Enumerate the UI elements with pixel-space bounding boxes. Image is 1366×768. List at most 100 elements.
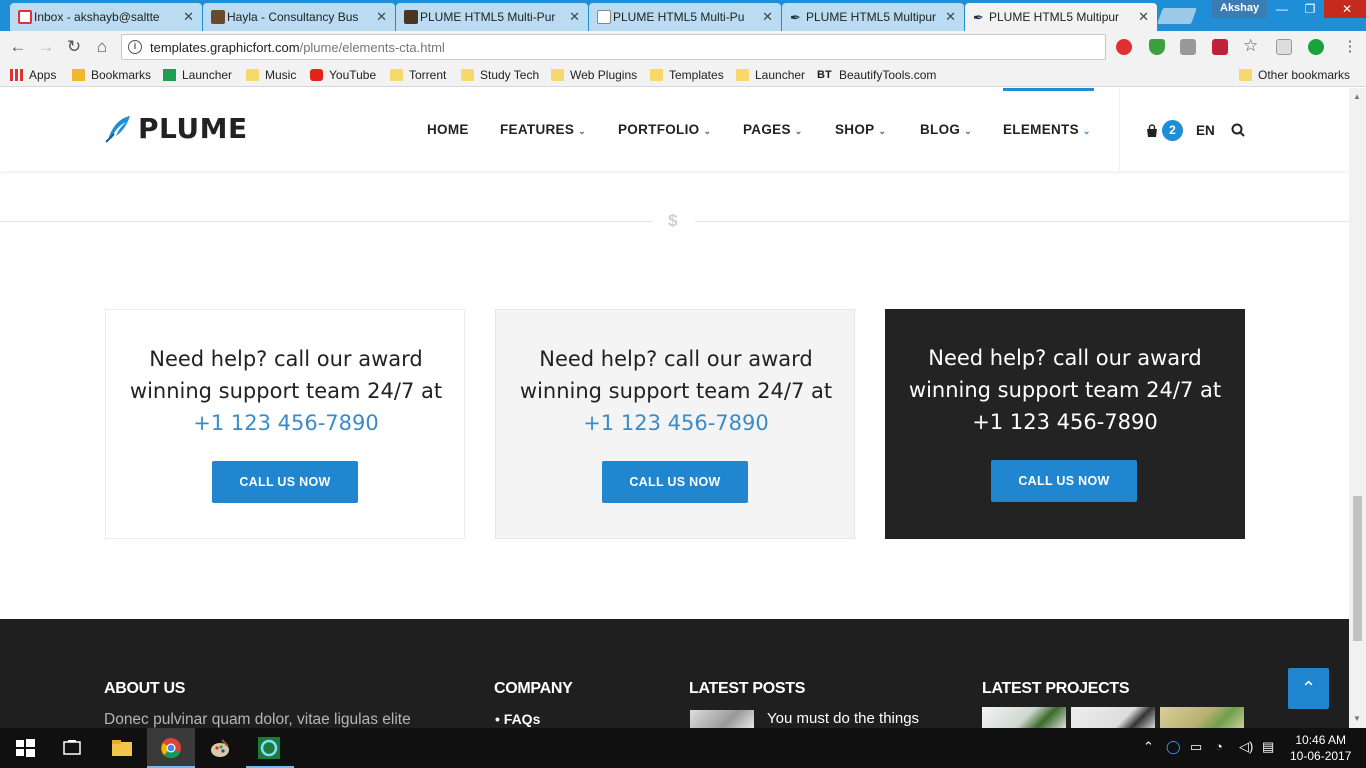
bookmark-launcher[interactable]: Launcher bbox=[163, 67, 232, 83]
paint-icon[interactable] bbox=[208, 736, 232, 760]
bookmark-beautifytools[interactable]: BT BeautifyTools.com bbox=[817, 67, 936, 83]
bookmark-bookmarks[interactable]: Bookmarks bbox=[72, 67, 151, 83]
file-explorer-icon[interactable] bbox=[110, 736, 134, 760]
folder-icon bbox=[551, 69, 564, 81]
back-to-top-button[interactable]: ⌃ bbox=[1288, 668, 1329, 709]
close-tab-icon[interactable]: ✕ bbox=[376, 9, 387, 25]
bookmark-templates[interactable]: Templates bbox=[650, 67, 724, 83]
chrome-icon[interactable] bbox=[159, 736, 183, 760]
scroll-down-arrow[interactable]: ▼ bbox=[1353, 714, 1361, 723]
footer-link-faqs[interactable]: • FAQs bbox=[495, 711, 540, 727]
scroll-up-arrow[interactable]: ▲ bbox=[1353, 92, 1361, 101]
reload-icon[interactable]: ↻ bbox=[64, 37, 84, 57]
nav-portfolio[interactable]: PORTFOLIO ⌄ bbox=[618, 122, 711, 137]
minimize-icon[interactable]: — bbox=[1268, 0, 1296, 18]
call-us-now-button[interactable]: CALL US NOW bbox=[991, 460, 1137, 502]
scrollbar-thumb[interactable] bbox=[1353, 496, 1362, 641]
bookmark-launcher-2[interactable]: Launcher bbox=[736, 67, 805, 83]
task-view-icon[interactable] bbox=[60, 736, 84, 760]
extension-icon[interactable] bbox=[1180, 39, 1196, 55]
close-tab-icon[interactable]: ✕ bbox=[945, 9, 956, 25]
call-us-now-button[interactable]: CALL US NOW bbox=[602, 461, 748, 503]
nav-shop[interactable]: SHOP ⌄ bbox=[835, 122, 886, 137]
bookmark-study-tech[interactable]: Study Tech bbox=[461, 67, 539, 83]
bookmark-label: Music bbox=[265, 68, 297, 82]
post-thumbnail[interactable] bbox=[690, 710, 754, 728]
notifications-icon[interactable]: ▤ bbox=[1262, 739, 1274, 755]
chevron-down-icon: ⌄ bbox=[1082, 126, 1091, 136]
call-us-now-button[interactable]: CALL US NOW bbox=[212, 461, 358, 503]
browser-tab-4[interactable]: PLUME HTML5 Multi-Pu ✕ bbox=[589, 3, 781, 31]
footer-link-label: FAQs bbox=[503, 711, 541, 727]
browser-tab-5[interactable]: ✒ PLUME HTML5 Multipur ✕ bbox=[782, 3, 964, 31]
volume-icon[interactable]: ◁) bbox=[1239, 739, 1253, 755]
nav-pages[interactable]: PAGES ⌄ bbox=[743, 122, 803, 137]
restore-icon[interactable]: ❐ bbox=[1296, 0, 1324, 18]
section-divider-left bbox=[0, 221, 653, 222]
windows-start-icon[interactable] bbox=[13, 736, 37, 760]
post-title-link[interactable]: You must do the things bbox=[767, 710, 919, 727]
home-icon[interactable]: ⌂ bbox=[92, 37, 112, 57]
browser-tab-3[interactable]: PLUME HTML5 Multi-Pur ✕ bbox=[396, 3, 588, 31]
page-scrollbar[interactable]: ▲ ▼ bbox=[1349, 88, 1366, 728]
extension-icon[interactable] bbox=[1276, 39, 1292, 55]
nav-blog[interactable]: BLOG ⌄ bbox=[920, 122, 972, 137]
address-bar[interactable]: i templates.graphicfort.com/plume/elemen… bbox=[121, 34, 1106, 60]
site-logo[interactable]: PLUME bbox=[104, 112, 248, 145]
bookmark-label: YouTube bbox=[329, 68, 377, 82]
sheet-icon bbox=[163, 69, 176, 81]
app-icon[interactable] bbox=[257, 736, 281, 760]
extension-icon[interactable] bbox=[1212, 39, 1228, 55]
tray-chevron-icon[interactable]: ⌃ bbox=[1143, 739, 1154, 755]
info-icon[interactable]: i bbox=[128, 40, 142, 54]
bookmark-torrent[interactable]: Torrent bbox=[390, 67, 446, 83]
bookmark-music[interactable]: Music bbox=[246, 67, 296, 83]
close-tab-icon[interactable]: ✕ bbox=[1138, 9, 1149, 25]
taskbar-clock[interactable]: 10:46 AM 10-06-2017 bbox=[1290, 732, 1351, 764]
tray-app-icon[interactable]: ◯ bbox=[1166, 739, 1181, 755]
browser-tab-1[interactable]: Inbox - akshayb@saltte ✕ bbox=[10, 3, 202, 31]
cta-phone-link[interactable]: +1 123 456-7890 bbox=[905, 406, 1225, 438]
star-icon[interactable]: ☆ bbox=[1243, 36, 1258, 56]
search-icon[interactable] bbox=[1231, 123, 1245, 137]
extension-icon[interactable] bbox=[1308, 39, 1324, 55]
project-thumbnail[interactable] bbox=[1160, 707, 1244, 728]
bookmark-label: Bookmarks bbox=[91, 68, 152, 82]
back-icon[interactable]: ← bbox=[8, 37, 28, 57]
shield-icon[interactable] bbox=[1149, 39, 1165, 55]
close-tab-icon[interactable]: ✕ bbox=[762, 9, 773, 25]
menu-icon[interactable]: ⋮ bbox=[1340, 37, 1360, 57]
dollar-icon: $ bbox=[668, 211, 678, 230]
clock-date: 10-06-2017 bbox=[1290, 749, 1352, 763]
close-tab-icon[interactable]: ✕ bbox=[183, 9, 194, 25]
extension-icon[interactable] bbox=[1116, 39, 1132, 55]
project-thumbnail[interactable] bbox=[982, 707, 1066, 728]
bookmark-apps[interactable]: Apps bbox=[10, 67, 56, 83]
project-thumbnail[interactable] bbox=[1071, 707, 1155, 728]
close-tab-icon[interactable]: ✕ bbox=[569, 9, 580, 25]
tab-title: PLUME HTML5 Multipur bbox=[989, 10, 1120, 24]
forward-icon[interactable]: → bbox=[36, 37, 56, 57]
wifi-icon[interactable]: ◔ bbox=[1215, 739, 1223, 754]
new-tab-button[interactable] bbox=[1157, 8, 1197, 24]
bookmark-youtube[interactable]: YouTube bbox=[310, 67, 376, 83]
browser-tab-6-active[interactable]: ✒ PLUME HTML5 Multipur ✕ bbox=[965, 3, 1157, 31]
site-header: PLUME HOME FEATURES ⌄ PORTFOLIO ⌄ PAGES ⌄ S… bbox=[0, 88, 1349, 171]
site-footer: ABOUT US Donec pulvinar quam dolor, vita… bbox=[0, 619, 1349, 728]
nav-label: PAGES bbox=[743, 122, 791, 137]
cta-phone-link[interactable]: +1 123 456-7890 bbox=[126, 407, 446, 439]
battery-icon[interactable]: ▭ bbox=[1190, 739, 1202, 755]
language-switcher[interactable]: EN bbox=[1196, 123, 1215, 138]
cart-button[interactable]: 2 bbox=[1145, 120, 1183, 141]
nav-elements[interactable]: ELEMENTS ⌄ bbox=[1003, 122, 1091, 137]
bookmark-other[interactable]: Other bookmarks bbox=[1239, 67, 1350, 83]
gmail-icon bbox=[18, 10, 32, 24]
bookmark-label: Other bookmarks bbox=[1258, 68, 1351, 82]
nav-home[interactable]: HOME bbox=[427, 122, 469, 137]
cta-phone-link[interactable]: +1 123 456-7890 bbox=[516, 407, 836, 439]
browser-tab-2[interactable]: Hayla - Consultancy Bus ✕ bbox=[203, 3, 395, 31]
profile-button[interactable]: Akshay bbox=[1212, 0, 1268, 18]
close-window-icon[interactable]: ✕ bbox=[1324, 0, 1366, 18]
nav-features[interactable]: FEATURES ⌄ bbox=[500, 122, 586, 137]
bookmark-web-plugins[interactable]: Web Plugins bbox=[551, 67, 637, 83]
